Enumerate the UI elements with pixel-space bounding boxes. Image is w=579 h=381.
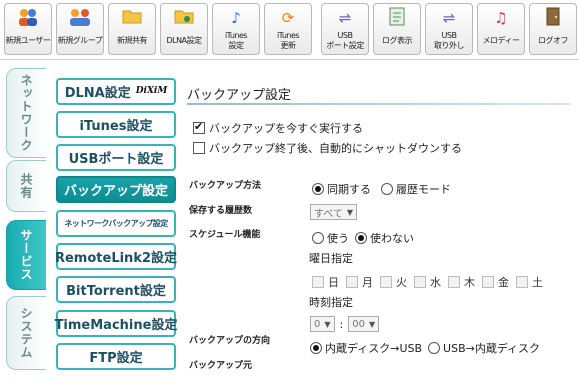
new-user-button[interactable]: 新規ユーザー bbox=[4, 3, 52, 55]
day-tue-label: 火 bbox=[396, 276, 407, 289]
schedule-options: 使う 使わない bbox=[312, 230, 414, 246]
direction-label: バックアップの方向 bbox=[189, 336, 271, 346]
history-count-select[interactable]: すべて ▼ bbox=[310, 204, 358, 220]
group-icon bbox=[57, 7, 103, 31]
tab-service[interactable]: サービス bbox=[6, 220, 46, 290]
usb-remove-icon: ⇌ bbox=[442, 9, 456, 27]
chevron-down-icon: ▼ bbox=[368, 319, 376, 329]
itunes-settings-button[interactable]: ♪ iTunes 設定 bbox=[212, 3, 260, 55]
direction-usb-to-internal-radio[interactable] bbox=[428, 342, 441, 354]
day-mon-label: 月 bbox=[362, 276, 373, 289]
log-view-button[interactable]: ログ表示 bbox=[373, 3, 421, 55]
title-divider bbox=[187, 103, 571, 105]
schedule-nouse-label: 使わない bbox=[370, 232, 414, 245]
day-thu-label: 木 bbox=[464, 276, 475, 289]
usb-port-settings-button[interactable]: ⇌ USB ポート設定 bbox=[321, 3, 369, 55]
log-document-icon bbox=[374, 7, 420, 31]
submenu-backup-settings[interactable]: バックアップ設定 bbox=[56, 176, 176, 203]
method-history-radio[interactable] bbox=[381, 183, 393, 195]
logoff-door-icon bbox=[530, 7, 576, 31]
day-sat-checkbox[interactable] bbox=[516, 276, 528, 288]
shutdown-checkbox[interactable] bbox=[193, 142, 205, 154]
direction-options: 内蔵ディスク→USB USB→内蔵ディスク bbox=[310, 340, 540, 356]
tab-network[interactable]: ネットワーク bbox=[6, 68, 46, 158]
page-title: バックアップ設定 bbox=[187, 88, 292, 103]
dlna-settings-button[interactable]: DLNA設定 bbox=[160, 3, 208, 55]
chevron-down-icon: ▼ bbox=[346, 207, 354, 217]
folder-icon bbox=[109, 7, 155, 31]
schedule-label: スケジュール機能 bbox=[189, 230, 261, 240]
side-tabs: ネットワーク 共有 サービス システム bbox=[0, 62, 46, 381]
method-sync-label: 同期する bbox=[327, 183, 371, 196]
submenu-ftp-settings[interactable]: FTP設定 bbox=[56, 343, 176, 370]
schedule-nouse-radio[interactable] bbox=[355, 232, 367, 244]
schedule-use-radio[interactable] bbox=[312, 232, 324, 244]
submenu-network-backup-settings[interactable]: ネットワークバックアップ設定 bbox=[56, 210, 176, 237]
submenu-usb-port-settings[interactable]: USBポート設定 bbox=[56, 144, 176, 171]
itunes-update-button[interactable]: ⟳ iTunes 更新 bbox=[264, 3, 312, 55]
day-thu-checkbox[interactable] bbox=[448, 276, 460, 288]
day-tue-checkbox[interactable] bbox=[380, 276, 392, 288]
day-fri-checkbox[interactable] bbox=[482, 276, 494, 288]
direction-internal-to-usb-label: 内蔵ディスク→USB bbox=[325, 342, 423, 355]
shutdown-label: バックアップ終了後、自動的にシャットダウンする bbox=[209, 142, 462, 155]
day-wed-checkbox[interactable] bbox=[414, 276, 426, 288]
backup-settings-panel: バックアップ設定 バックアップを今すぐ実行する バックアップ終了後、自動的にシャ… bbox=[185, 78, 579, 381]
usb-icon: ⇌ bbox=[338, 9, 352, 27]
toolbar: 新規ユーザー 新規グループ 新規共有 DLNA設定 ♪ iTunes 設定 ⟳ … bbox=[0, 0, 579, 60]
day-spec-label: 曜日指定 bbox=[309, 252, 353, 265]
submenu-bittorrent-settings[interactable]: BitTorrent設定 bbox=[56, 276, 176, 303]
shutdown-row: バックアップ終了後、自動的にシャットダウンする bbox=[193, 140, 462, 156]
dixim-logo-icon: DiXiM bbox=[135, 86, 168, 96]
dlna-folder-icon bbox=[161, 7, 207, 31]
submenu-timemachine-settings[interactable]: TimeMachine設定 bbox=[55, 310, 177, 337]
logoff-button[interactable]: ログオフ bbox=[529, 3, 577, 55]
submenu-label: DLNA設定 bbox=[64, 86, 131, 101]
day-sat-label: 土 bbox=[532, 276, 543, 289]
submenu-dlna-settings[interactable]: DLNA設定 DiXiM bbox=[56, 78, 176, 105]
method-history-label: 履歴モード bbox=[396, 183, 451, 196]
day-sun-checkbox[interactable] bbox=[312, 276, 324, 288]
tab-system[interactable]: システム bbox=[6, 296, 46, 370]
day-sun-label: 日 bbox=[328, 276, 339, 289]
time-separator: : bbox=[339, 317, 344, 331]
day-mon-checkbox[interactable] bbox=[346, 276, 358, 288]
direction-usb-to-internal-label: USB→内蔵ディスク bbox=[443, 342, 541, 355]
run-now-checkbox[interactable] bbox=[193, 120, 205, 134]
run-now-row: バックアップを今すぐ実行する bbox=[193, 120, 363, 136]
usb-remove-button[interactable]: ⇌ USB 取り外し bbox=[425, 3, 473, 55]
schedule-use-label: 使う bbox=[327, 232, 349, 245]
time-selects: 0 ▼ : 00 ▼ bbox=[310, 316, 380, 332]
day-wed-label: 水 bbox=[430, 276, 441, 289]
history-count-value: すべて bbox=[314, 208, 343, 220]
chevron-down-icon: ▼ bbox=[324, 319, 331, 329]
new-group-button[interactable]: 新規グループ bbox=[56, 3, 104, 55]
minute-select[interactable]: 00 ▼ bbox=[348, 316, 380, 332]
method-options: 同期する 履歴モード bbox=[312, 181, 451, 197]
method-label: バックアップ方法 bbox=[189, 181, 262, 191]
history-count-label: 保存する履歴数 bbox=[189, 206, 253, 216]
itunes-refresh-icon: ⟳ bbox=[281, 9, 295, 27]
melody-icon: ♫ bbox=[494, 9, 508, 27]
submenu-itunes-settings[interactable]: iTunes設定 bbox=[56, 111, 176, 138]
day-checkboxes: 日 月 火 水 木 金 土 bbox=[312, 274, 550, 290]
backup-source-label: バックアップ元 bbox=[189, 361, 253, 371]
day-fri-label: 金 bbox=[498, 276, 509, 289]
method-sync-radio[interactable] bbox=[312, 183, 324, 195]
direction-internal-to-usb-radio[interactable] bbox=[310, 342, 322, 354]
hour-select[interactable]: 0 ▼ bbox=[310, 316, 335, 332]
users-icon bbox=[5, 7, 51, 31]
submenu-remotelink2-settings[interactable]: RemoteLink2設定 bbox=[55, 243, 177, 270]
melody-button[interactable]: ♫ メロディー bbox=[477, 3, 525, 55]
new-share-button[interactable]: 新規共有 bbox=[108, 3, 156, 55]
time-spec-label: 時刻指定 bbox=[309, 296, 353, 309]
music-note-icon: ♪ bbox=[231, 9, 241, 27]
hour-value: 0 bbox=[314, 318, 321, 330]
tab-share[interactable]: 共有 bbox=[6, 160, 46, 212]
run-now-label: バックアップを今すぐ実行する bbox=[209, 122, 363, 135]
minute-value: 00 bbox=[352, 318, 365, 330]
